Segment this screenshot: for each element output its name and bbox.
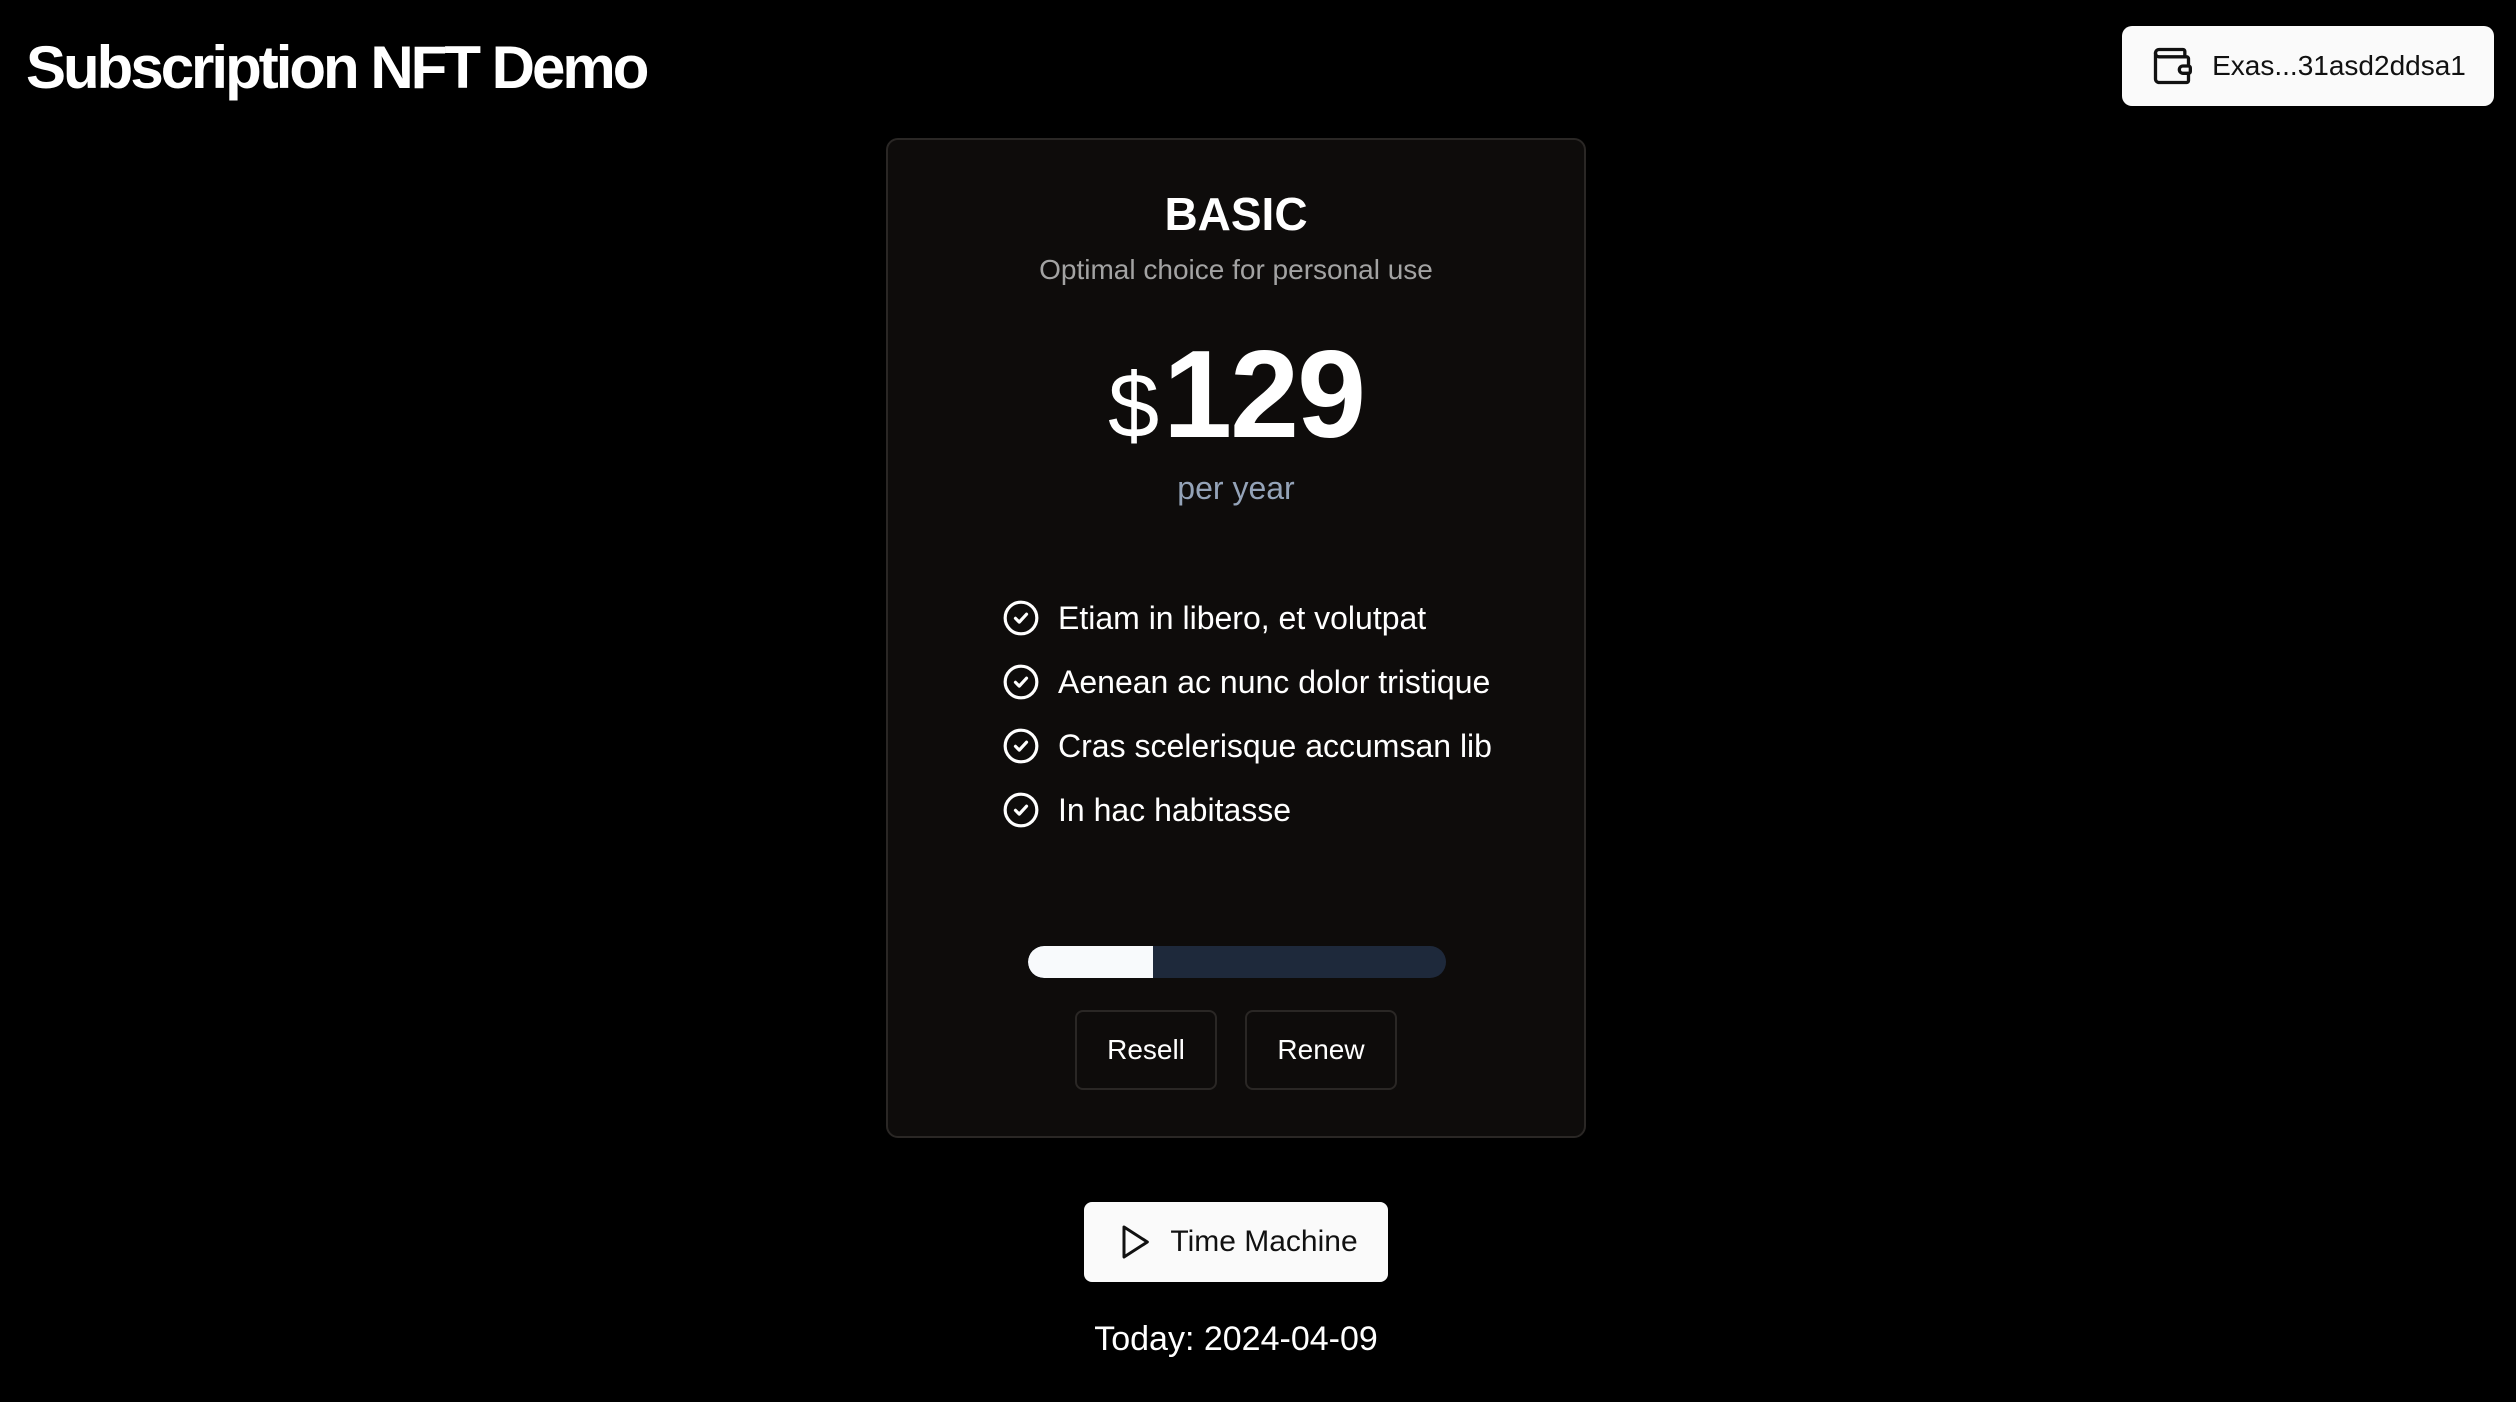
page: Subscription NFT Demo Exas...31asd2ddsa1…	[0, 0, 2516, 1402]
plan-subtitle: Optimal choice for personal use	[1039, 254, 1433, 285]
check-circle-icon	[1003, 728, 1039, 764]
subscription-card: BASIC Optimal choice for personal use $ …	[886, 138, 1586, 1138]
today-date: Today: 2024-04-09	[0, 1316, 2472, 1362]
price-currency: $	[1107, 355, 1160, 457]
check-circle-icon	[1003, 792, 1039, 828]
feature-text: Cras scelerisque accumsan lib	[1058, 727, 1492, 764]
time-machine-button[interactable]: Time Machine	[1084, 1202, 1388, 1282]
app-title: Subscription NFT Demo	[26, 34, 649, 101]
wallet-address: Exas...31asd2ddsa1	[2212, 50, 2466, 81]
check-circle-icon	[1003, 664, 1039, 700]
price-amount: 129	[1163, 326, 1366, 464]
price-period: per year	[1177, 470, 1295, 506]
time-machine-label: Time Machine	[1170, 1225, 1358, 1258]
wallet-button[interactable]: Exas...31asd2ddsa1	[2122, 26, 2494, 106]
today-value: 2024-04-09	[1203, 1320, 1378, 1358]
feature-text: Etiam in libero, et volutpat	[1058, 599, 1427, 636]
price: $ 129	[888, 330, 1584, 471]
feature-text: Aenean ac nunc dolor tristique	[1058, 663, 1491, 700]
plan-name: BASIC	[1164, 188, 1308, 240]
feature-item: Aenean ac nunc dolor tristique	[1002, 650, 1492, 714]
today-label: Today:	[1094, 1320, 1195, 1358]
resell-button[interactable]: Resell	[1075, 1010, 1217, 1090]
play-icon	[1114, 1222, 1154, 1262]
feature-list: Etiam in libero, et volutpat Aenean ac n…	[1002, 586, 1492, 842]
feature-text: In hac habitasse	[1058, 791, 1292, 828]
subscription-progress-fill	[1028, 946, 1154, 978]
card-actions: Resell Renew	[888, 1010, 1584, 1090]
feature-item: In hac habitasse	[1002, 778, 1492, 842]
subscription-progress-bar	[1028, 946, 1446, 978]
check-circle-icon	[1003, 600, 1039, 636]
feature-item: Etiam in libero, et volutpat	[1002, 586, 1492, 650]
feature-item: Cras scelerisque accumsan lib	[1002, 714, 1492, 778]
wallet-icon	[2150, 44, 2194, 88]
renew-button[interactable]: Renew	[1245, 1010, 1397, 1090]
